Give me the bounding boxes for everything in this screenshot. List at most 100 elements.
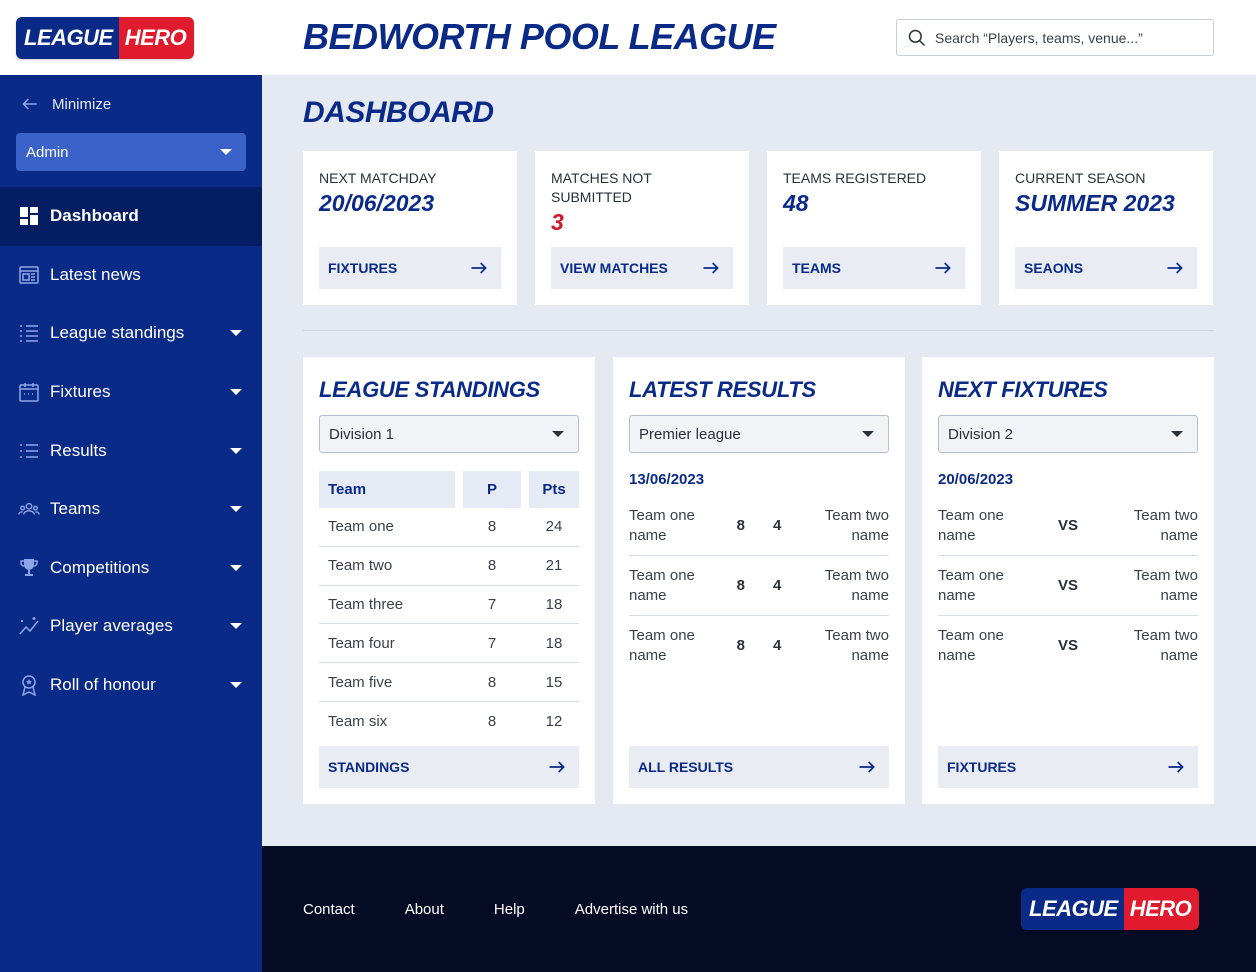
news-icon (18, 264, 40, 286)
points: 15 (529, 663, 579, 702)
fixtures-panel-button[interactable]: FIXTURES (938, 746, 1198, 788)
panel-title: NEXT FIXTURES (938, 377, 1108, 402)
vs-label: VS (1057, 576, 1078, 594)
team-name: Team three (319, 586, 455, 625)
sidebar-item-league-standings[interactable]: League standings (0, 304, 262, 363)
fixture-row[interactable]: Team one name VS Team two name (938, 616, 1198, 676)
sidebar: LEAGUE HERO Minimize Admin Dashboard Lat… (0, 0, 262, 972)
panel-title: LEAGUE STANDINGS (319, 377, 540, 402)
away-score: 4 (773, 516, 782, 534)
fixtures-date: 20/06/2023 (938, 471, 1014, 488)
result-row[interactable]: Team one name 8 4 Team two name (629, 496, 889, 556)
footer-nav: Contact About Help Advertise with us (303, 901, 688, 918)
button-label: FIXTURES (947, 759, 1017, 775)
footer-link-advertise[interactable]: Advertise with us (575, 901, 688, 918)
role-select[interactable]: Admin (16, 133, 246, 171)
chevron-down-icon (230, 564, 242, 571)
sidebar-item-teams[interactable]: Teams (0, 480, 262, 539)
latest-results-panel: LATEST RESULTS Premier league 13/06/2023… (613, 357, 905, 804)
view-matches-button[interactable]: VIEW MATCHES (551, 247, 733, 289)
table-row[interactable]: Team five 8 15 (319, 663, 579, 702)
away-team: Team two name (1133, 566, 1198, 604)
table-row[interactable]: Team six 8 12 (319, 702, 579, 741)
footer-link-about[interactable]: About (405, 901, 444, 918)
logo-part-hero: HERO (118, 16, 195, 59)
points: 24 (529, 508, 579, 547)
league-select[interactable]: Premier league (629, 415, 889, 453)
chevron-down-icon (862, 431, 874, 437)
table-row[interactable]: Team three 7 18 (319, 586, 579, 625)
arrow-right-icon (549, 761, 565, 773)
fixtures-list: Team one name VS Team two name Team one … (938, 496, 1198, 676)
result-row[interactable]: Team one name 8 4 Team two name (629, 616, 889, 676)
chevron-down-icon (230, 447, 242, 454)
logo-part-hero: HERO (1123, 888, 1200, 930)
sidebar-item-roll-of-honour[interactable]: Roll of honour (0, 656, 262, 715)
division-select[interactable]: Division 1 (319, 415, 579, 453)
team-name: Team five (319, 663, 455, 702)
footer-link-contact[interactable]: Contact (303, 901, 355, 918)
table-row[interactable]: Team four 7 18 (319, 624, 579, 664)
minimize-button[interactable]: Minimize (0, 75, 262, 133)
away-team: Team two name (824, 566, 889, 604)
stat-card-current-season: CURRENT SEASON SUMMER 2023 SEAONS (999, 151, 1213, 305)
all-results-button[interactable]: ALL RESULTS (629, 746, 889, 788)
stat-value: 3 (551, 209, 564, 235)
table-row[interactable]: Team one 8 24 (319, 508, 579, 547)
points: 18 (529, 624, 579, 664)
away-team: Team two name (1133, 506, 1198, 544)
sidebar-item-latest-news[interactable]: Latest news (0, 246, 262, 305)
sidebar-item-fixtures[interactable]: Fixtures (0, 363, 262, 422)
sidebar-nav: Dashboard Latest news League standings F… (0, 187, 262, 714)
result-row[interactable]: Team one name 8 4 Team two name (629, 556, 889, 616)
sidebar-item-label: League standings (50, 323, 185, 343)
stat-card-matches-not-submitted: MATCHES NOT SUBMITTED 3 VIEW MATCHES (535, 151, 749, 305)
standings-table: Team P Pts Team one 8 24 Team two 8 21 Team … (319, 471, 579, 741)
table-row[interactable]: Team two 8 21 (319, 547, 579, 586)
home-team: Team one name (938, 566, 1004, 604)
home-team: Team one name (938, 506, 1004, 544)
points: 12 (545, 712, 563, 730)
page-title: DASHBOARD (303, 96, 494, 129)
points: 21 (529, 547, 579, 586)
chevron-down-icon (230, 623, 242, 630)
standings-button[interactable]: STANDINGS (319, 746, 579, 788)
panel-title: LATEST RESULTS (629, 377, 816, 402)
stat-value: 48 (783, 190, 809, 216)
played: 8 (463, 547, 521, 586)
fixture-row[interactable]: Team one name VS Team two name (938, 556, 1198, 616)
section-divider (303, 330, 1214, 331)
sidebar-item-label: Player averages (50, 616, 173, 636)
fixture-row[interactable]: Team one name VS Team two name (938, 496, 1198, 556)
seasons-button[interactable]: SEAONS (1015, 247, 1197, 289)
team-name: Team six (328, 712, 388, 730)
sidebar-item-dashboard[interactable]: Dashboard (0, 187, 262, 246)
search-box[interactable] (896, 19, 1214, 56)
logo-part-league: LEAGUE (16, 16, 119, 59)
division-select[interactable]: Division 2 (938, 415, 1198, 453)
away-team: Team two name (1133, 627, 1198, 664)
trophy-icon (18, 557, 40, 579)
dashboard-icon (18, 205, 40, 227)
footer: Contact About Help Advertise with us LEA… (262, 846, 1256, 972)
teams-button[interactable]: TEAMS (783, 247, 965, 289)
search-input[interactable] (935, 29, 1203, 46)
league-select-value: Premier league (639, 425, 741, 443)
sidebar-item-player-averages[interactable]: Player averages (0, 597, 262, 656)
arrow-right-icon (935, 262, 951, 274)
fixtures-button[interactable]: FIXTURES (319, 247, 501, 289)
logo-area: LEAGUE HERO (0, 0, 262, 75)
footer-league-hero-logo[interactable]: LEAGUE HERO (1021, 888, 1200, 930)
minimize-label: Minimize (52, 95, 112, 113)
footer-link-help[interactable]: Help (494, 901, 525, 918)
league-hero-logo[interactable]: LEAGUE HERO (16, 16, 195, 59)
arrow-right-icon (703, 262, 719, 274)
sidebar-item-results[interactable]: Results (0, 421, 262, 480)
sidebar-item-label: Competitions (50, 557, 150, 577)
league-standings-panel: LEAGUE STANDINGS Division 1 Team P Pts T… (303, 357, 595, 804)
sidebar-item-label: Results (50, 440, 107, 460)
points: 18 (529, 586, 579, 625)
played: 8 (487, 712, 497, 730)
logo-part-league: LEAGUE (1021, 888, 1124, 930)
sidebar-item-competitions[interactable]: Competitions (0, 539, 262, 598)
